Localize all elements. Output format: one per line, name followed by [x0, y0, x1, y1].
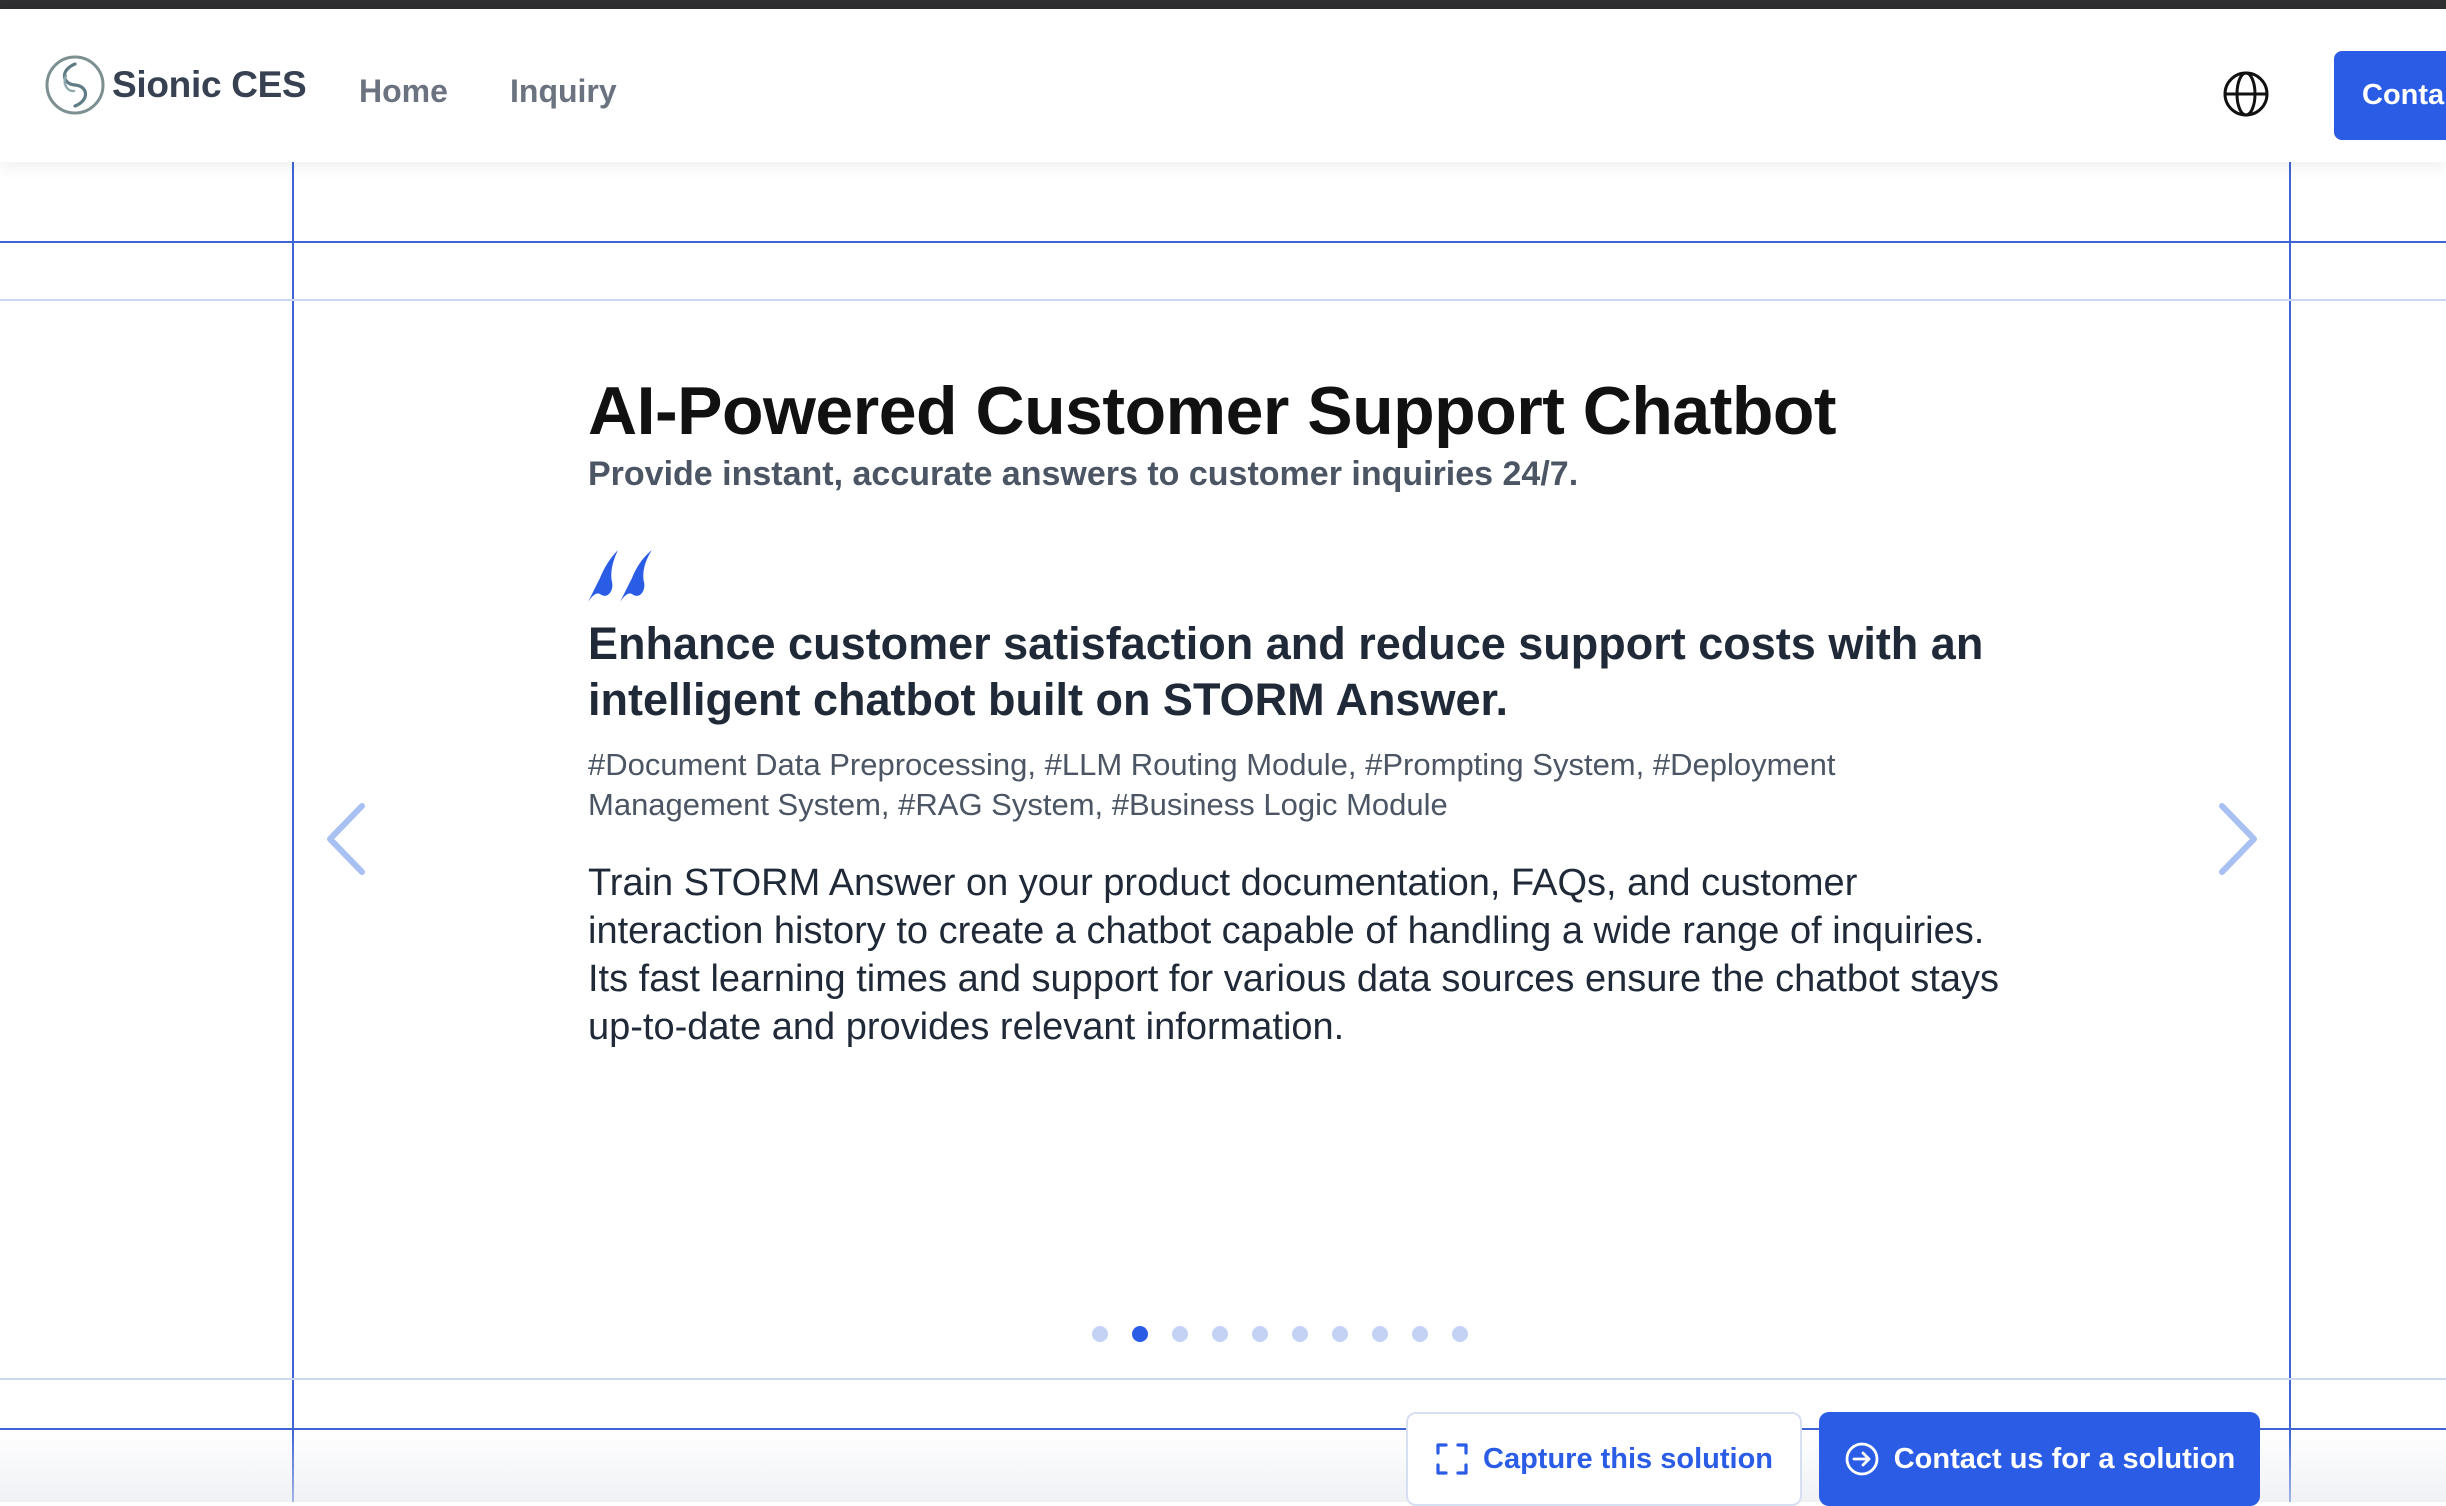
contact-button[interactable]: Conta [2334, 51, 2446, 140]
brand-name: Sionic CES [112, 64, 307, 105]
guide-line-horizontal [0, 1378, 2446, 1380]
nav-inquiry-link[interactable]: Inquiry [510, 73, 617, 110]
guide-line-horizontal [0, 241, 2446, 243]
carousel-dot[interactable] [1212, 1326, 1228, 1342]
solution-subtitle: Provide instant, accurate answers to cus… [588, 455, 1579, 493]
guide-line-horizontal [0, 299, 2446, 301]
chevron-left-icon[interactable] [322, 800, 372, 878]
solution-quote: Enhance customer satisfaction and reduce… [588, 618, 1984, 725]
carousel-dot[interactable] [1372, 1326, 1388, 1342]
carousel-dot[interactable] [1132, 1326, 1148, 1342]
carousel-dot[interactable] [1172, 1326, 1188, 1342]
globe-icon[interactable] [2222, 70, 2270, 118]
chevron-right-icon[interactable] [2212, 800, 2262, 878]
contact-solution-label: Contact us for a solution [1893, 1442, 2236, 1475]
capture-frame-icon [1436, 1443, 1468, 1475]
capture-solution-label: Capture this solution [1483, 1442, 1773, 1475]
capture-solution-button[interactable]: Capture this solution [1406, 1412, 1802, 1506]
guide-line-vertical-left [292, 162, 294, 1502]
carousel-dot[interactable] [1332, 1326, 1348, 1342]
guide-line-vertical-right [2289, 162, 2291, 1502]
site-header: Sionic CES Home Inquiry Conta [0, 9, 2446, 162]
sionic-logo-icon [45, 55, 105, 115]
arrow-circle-right-icon [1845, 1442, 1879, 1476]
carousel-dot[interactable] [1452, 1326, 1468, 1342]
solution-tags: #Document Data Preprocessing, #LLM Routi… [588, 747, 1836, 822]
carousel-pagination [1092, 1326, 1468, 1342]
carousel-dot[interactable] [1292, 1326, 1308, 1342]
contact-solution-button[interactable]: Contact us for a solution [1819, 1412, 2260, 1506]
solution-description: Train STORM Answer on your product docum… [588, 862, 1999, 1048]
solution-title: AI-Powered Customer Support Chatbot [588, 373, 1837, 449]
quote-icon [588, 550, 652, 602]
nav-home-link[interactable]: Home [359, 73, 448, 110]
carousel-dot[interactable] [1092, 1326, 1108, 1342]
window-top-strip [0, 0, 2446, 9]
carousel-dot[interactable] [1412, 1326, 1428, 1342]
brand-logo[interactable]: Sionic CES [44, 54, 307, 116]
carousel-dot[interactable] [1252, 1326, 1268, 1342]
